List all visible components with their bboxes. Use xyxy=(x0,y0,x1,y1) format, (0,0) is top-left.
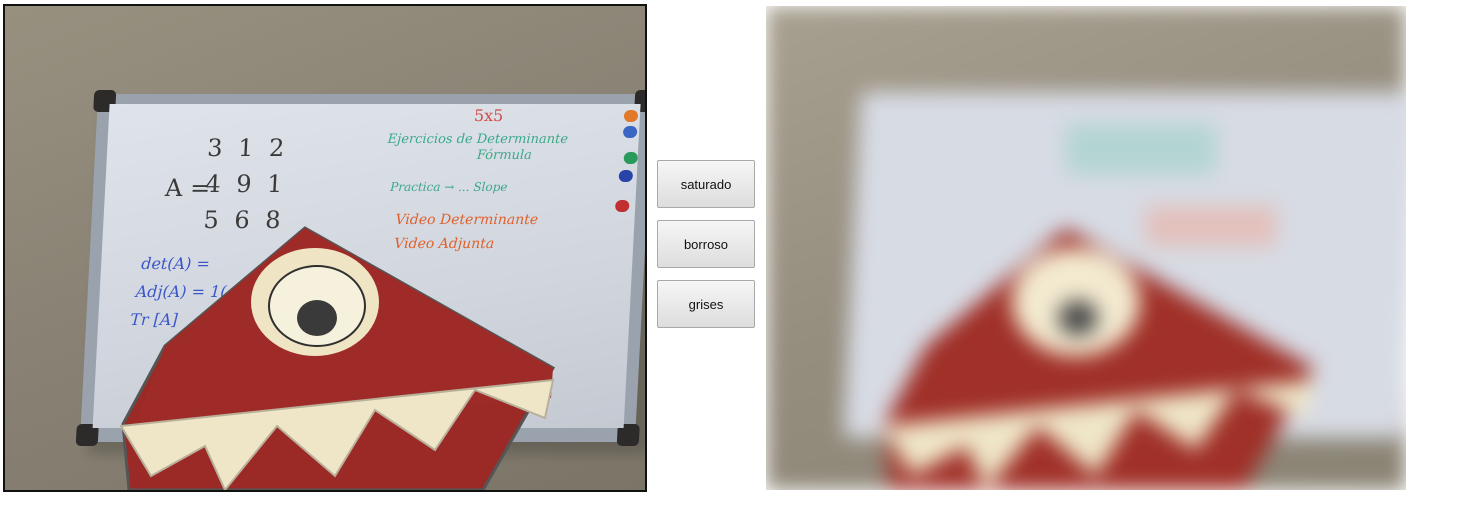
grises-button[interactable]: grises xyxy=(657,280,755,328)
blurred-scene xyxy=(766,6,1406,490)
camera-scene: A = 3 1 2 4 9 1 5 6 8 5x5 Ejercicios de … xyxy=(5,6,645,490)
camera-video: A = 3 1 2 4 9 1 5 6 8 5x5 Ejercicios de … xyxy=(3,4,647,492)
saturado-button[interactable]: saturado xyxy=(657,160,755,208)
paper-monster xyxy=(119,226,556,490)
borroso-button[interactable]: borroso xyxy=(657,220,755,268)
blurred-monster xyxy=(882,124,1314,490)
output-canvas xyxy=(766,6,1406,490)
